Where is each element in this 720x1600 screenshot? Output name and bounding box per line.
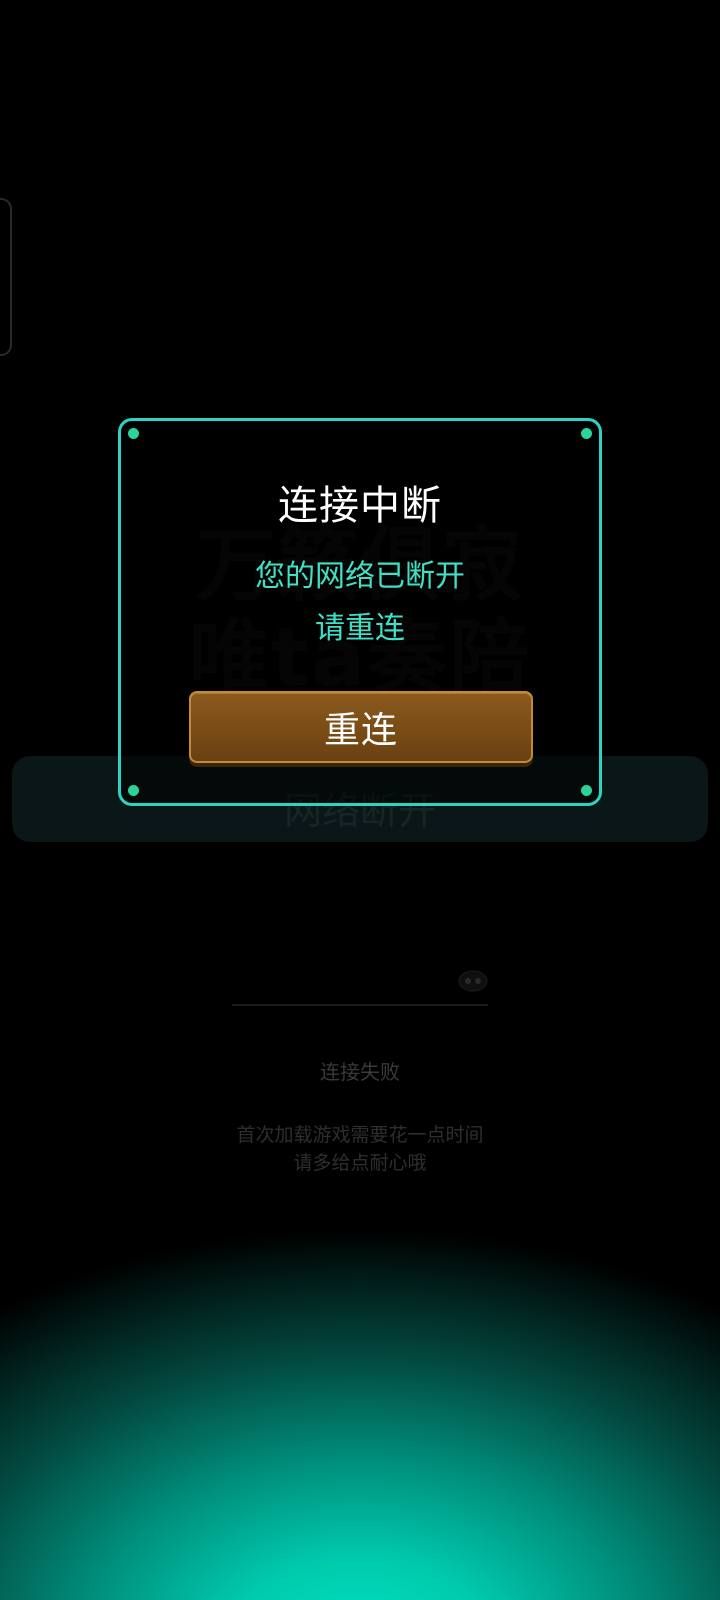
corner-dot-icon <box>581 785 592 796</box>
loading-tip-line-2: 请多给点耐心哦 <box>293 1152 427 1174</box>
connection-status-text: 连接失败 <box>320 1060 400 1084</box>
corner-dot-icon <box>128 785 139 796</box>
loading-tip-line-1: 首次加载游戏需要花一点时间 <box>236 1124 484 1146</box>
corner-dot-icon <box>128 428 139 439</box>
side-drawer-handle[interactable] <box>0 198 12 356</box>
reconnect-button[interactable]: 重连 <box>189 691 533 763</box>
dialog-title: 连接中断 <box>278 483 442 529</box>
connection-lost-dialog: 连接中断 您的网络已断开 请重连 重连 <box>118 418 602 806</box>
mascot-icon <box>458 970 488 992</box>
reconnect-button-label: 重连 <box>323 710 398 751</box>
dialog-message-line-2: 请重连 <box>315 611 405 646</box>
loading-track <box>232 1004 488 1006</box>
corner-dot-icon <box>581 428 592 439</box>
dialog-message-line-1: 您的网络已断开 <box>255 559 465 594</box>
game-screen: 万籁俱寂 唯ta奏陪 网络断开 连接失败 首次加载游戏需要花一点时间 请多给点耐… <box>0 0 720 1600</box>
